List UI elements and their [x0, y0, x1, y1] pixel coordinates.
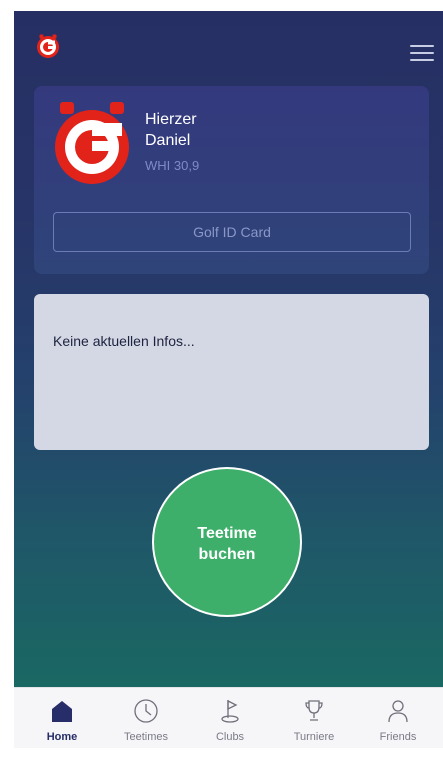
book-teetime-button[interactable]: Teetime buchen [152, 467, 302, 617]
book-teetime-label-line1: Teetime [197, 525, 257, 542]
handicap-index: WHI 30,9 [145, 158, 200, 173]
golf-flag-icon [221, 699, 239, 723]
tab-home[interactable]: Home [22, 688, 102, 748]
status-strip [0, 0, 443, 11]
tab-label: Turniere [293, 731, 335, 743]
app-screen: Hierzer Daniel WHI 30,9 Golf ID Card Kei… [0, 0, 443, 763]
menu-button[interactable] [397, 42, 439, 70]
trophy-icon [305, 700, 323, 721]
clock-icon [134, 699, 158, 723]
tab-label: Clubs [215, 731, 245, 743]
tab-clubs[interactable]: Clubs [190, 688, 270, 748]
tab-label: Home [46, 731, 78, 743]
tab-teetimes[interactable]: Teetimes [106, 688, 186, 748]
menu-line [410, 59, 434, 61]
person-icon [388, 700, 408, 723]
app-logo-icon [37, 34, 59, 58]
bottom-tab-bar: Home Teetimes Clubs Turniere Friends [14, 687, 443, 748]
tab-turniere[interactable]: Turniere [274, 688, 354, 748]
info-panel: Keine aktuellen Infos... [34, 294, 429, 450]
home-icon [52, 701, 72, 722]
last-name: Hierzer [145, 111, 197, 128]
tab-friends[interactable]: Friends [358, 688, 438, 748]
avatar-golf-logo-icon [55, 102, 129, 184]
info-message: Keine aktuellen Infos... [53, 333, 195, 349]
book-teetime-label-line2: buchen [198, 546, 256, 563]
profile-card: Hierzer Daniel WHI 30,9 Golf ID Card [34, 86, 429, 274]
menu-line [410, 45, 434, 47]
tab-label: Teetimes [123, 731, 169, 743]
tab-label: Friends [379, 731, 417, 743]
golf-id-card-button[interactable]: Golf ID Card [53, 212, 411, 252]
first-name: Daniel [145, 132, 191, 149]
menu-line [410, 52, 434, 54]
